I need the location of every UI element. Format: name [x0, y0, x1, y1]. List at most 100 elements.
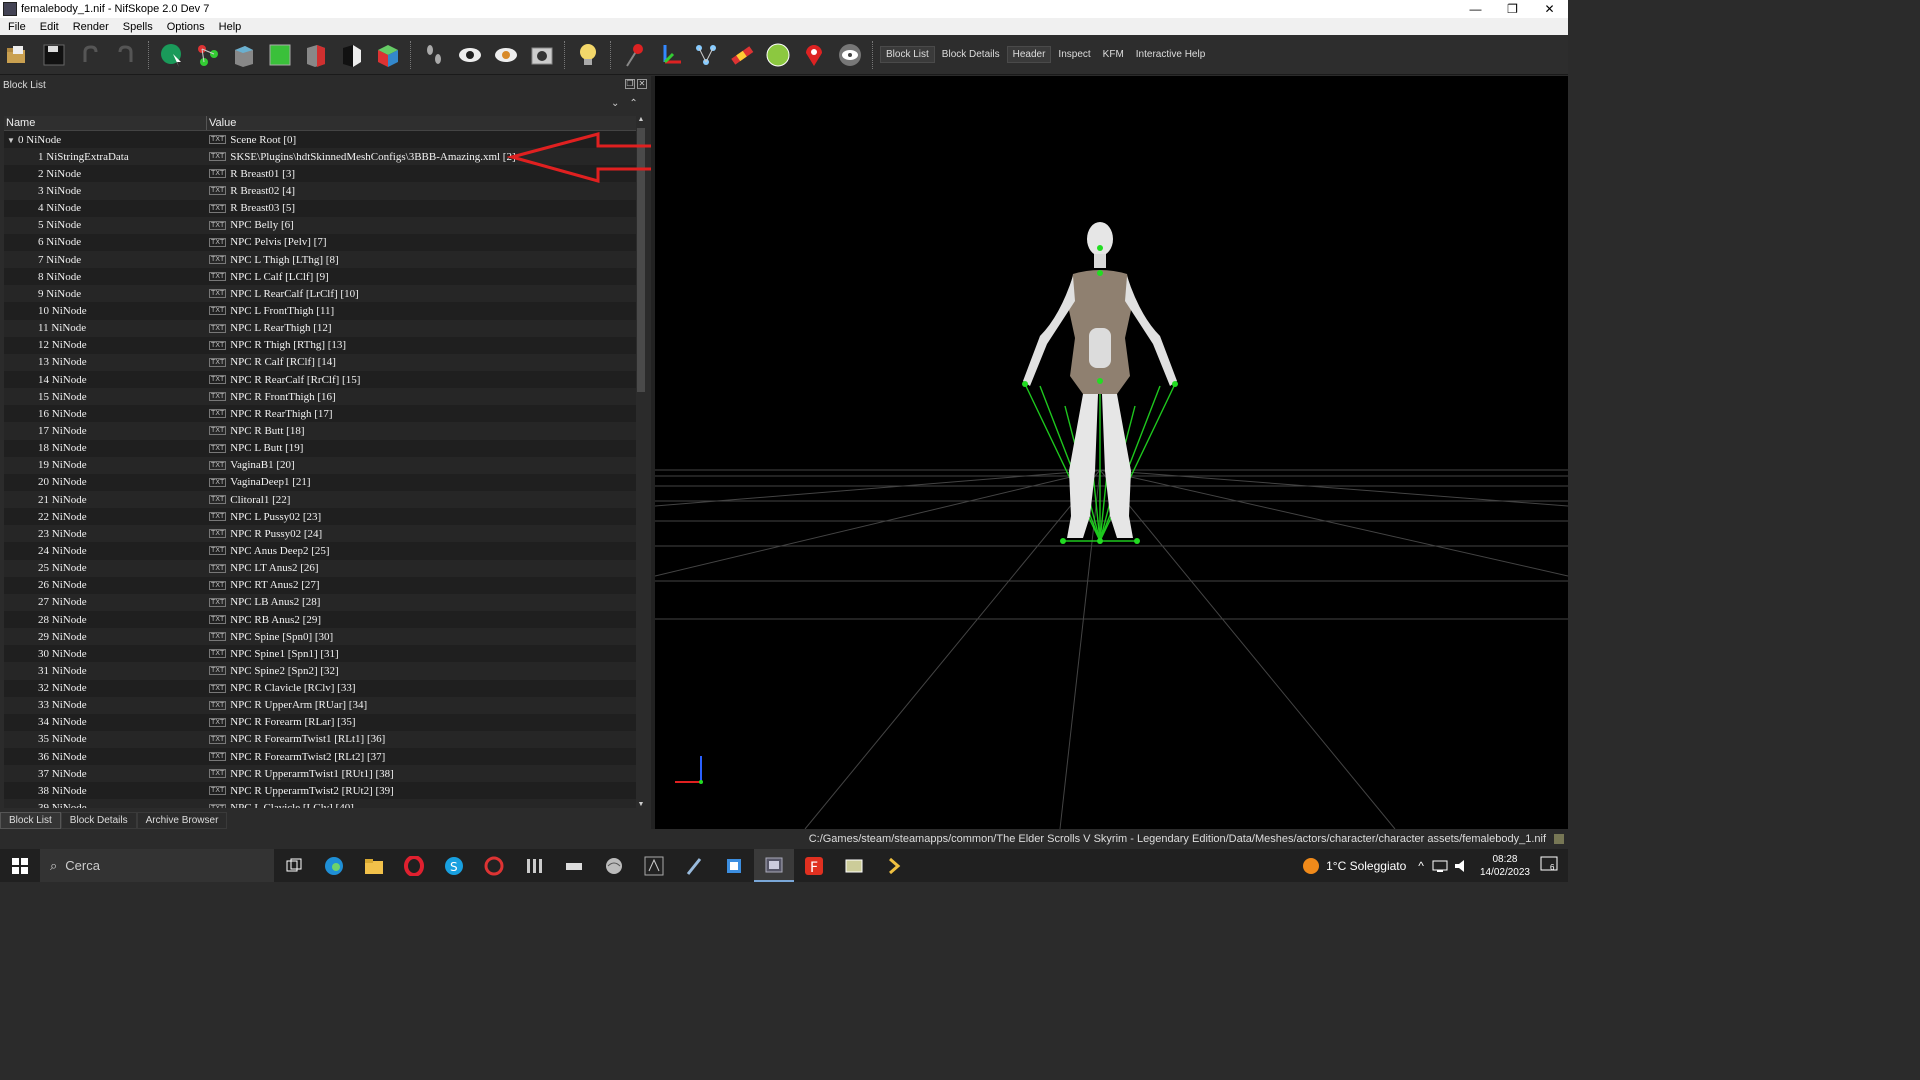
menu-options[interactable]: Options	[159, 21, 211, 33]
taskbar-app-window[interactable]	[714, 849, 754, 882]
table-row[interactable]: 11 NiNode TXT NPC L RearThigh [12]	[4, 319, 636, 337]
task-view-button[interactable]	[274, 849, 314, 882]
taskbar-nifskope[interactable]	[754, 849, 794, 882]
table-row[interactable]: 26 NiNode TXT NPC RT Anus2 [27]	[4, 577, 636, 594]
clock[interactable]: 08:28 14/02/2023	[1480, 853, 1530, 879]
table-row[interactable]: 25 NiNode TXT NPC LT Anus2 [26]	[4, 559, 636, 577]
expand-all-icon[interactable]: ⌃	[629, 98, 637, 109]
scroll-down-icon[interactable]: ▼	[636, 801, 646, 808]
scrollbar-thumb[interactable]	[637, 128, 645, 392]
table-row[interactable]: 6 NiNode TXT NPC Pelvis [Pelv] [7]	[4, 234, 636, 251]
network-icon[interactable]	[1432, 859, 1448, 873]
table-row[interactable]: 2 NiNode TXT R Breast01 [3]	[4, 165, 636, 182]
table-row[interactable]: 30 NiNode TXT NPC Spine1 [Spn1] [31]	[4, 645, 636, 662]
lighting-button[interactable]	[573, 40, 603, 70]
menu-render[interactable]: Render	[65, 21, 115, 33]
select-object-button[interactable]	[157, 40, 187, 70]
table-row[interactable]: 35 NiNode TXT NPC R ForearmTwist1 [RLt1] […	[4, 730, 636, 749]
taskbar-app-99[interactable]	[834, 849, 874, 882]
undo-button[interactable]	[75, 40, 105, 70]
table-row[interactable]: ▼ 0 NiNode TXT Scene Root [0]	[4, 131, 636, 148]
table-row[interactable]: 32 NiNode TXT NPC R Clavicle [RClv] [33]	[4, 680, 636, 697]
toolbar-header-toggle[interactable]: Header	[1006, 46, 1052, 63]
table-row[interactable]: 9 NiNode TXT NPC L RearCalf [LrClf] [10]	[4, 285, 636, 303]
taskbar-app-skyrim[interactable]	[634, 849, 674, 882]
table-row[interactable]: 31 NiNode TXT NPC Spine2 [Spn2] [32]	[4, 662, 636, 680]
minimize-button[interactable]: —	[1457, 0, 1494, 18]
show-axes-button[interactable]	[655, 40, 685, 70]
table-row[interactable]: 3 NiNode TXT R Breast02 [4]	[4, 182, 636, 200]
toolbar-interactive-help-toggle[interactable]: Interactive Help	[1131, 47, 1210, 62]
table-row[interactable]: 23 NiNode TXT NPC R Pussy02 [24]	[4, 525, 636, 543]
table-row[interactable]: 28 NiNode TXT NPC RB Anus2 [29]	[4, 611, 636, 628]
taskbar-app-f[interactable]: F	[794, 849, 834, 882]
show-nodes-button[interactable]	[691, 40, 721, 70]
scroll-up-icon[interactable]: ▲	[636, 116, 646, 123]
show-markers-button[interactable]	[619, 40, 649, 70]
taskbar-app-red-gear[interactable]	[474, 849, 514, 882]
view-cube-green-button[interactable]	[265, 40, 295, 70]
expand-arrow-icon[interactable]: ▼	[4, 136, 18, 145]
close-panel-button[interactable]: ✕	[637, 79, 647, 89]
column-header-value[interactable]: Value	[207, 116, 236, 130]
taskbar-skype[interactable]: S	[434, 849, 474, 882]
table-row[interactable]: 8 NiNode TXT NPC L Calf [LClf] [9]	[4, 268, 636, 285]
show-constraints-button[interactable]	[727, 40, 757, 70]
menu-edit[interactable]: Edit	[32, 21, 65, 33]
taskbar-app-feather[interactable]	[674, 849, 714, 882]
select-vertex-button[interactable]	[193, 40, 223, 70]
taskbar-search[interactable]: ⌕ Cerca	[40, 849, 274, 882]
speaker-icon[interactable]	[1454, 859, 1470, 873]
tab-block-details[interactable]: Block Details	[60, 812, 137, 829]
table-row[interactable]: 22 NiNode TXT NPC L Pussy02 [23]	[4, 508, 636, 525]
collapse-all-icon[interactable]: ⌄	[611, 98, 619, 109]
table-row[interactable]: 7 NiNode TXT NPC L Thigh [LThg] [8]	[4, 250, 636, 269]
table-row[interactable]: 34 NiNode TXT NPC R Forearm [RLar] [35]	[4, 714, 636, 731]
show-collision-button[interactable]	[763, 40, 793, 70]
size-grip-icon[interactable]	[1554, 834, 1564, 844]
column-header-name[interactable]: Name	[4, 116, 207, 130]
render-viewport[interactable]	[655, 76, 1568, 829]
table-row[interactable]: 10 NiNode TXT NPC L FrontThigh [11]	[4, 302, 636, 319]
table-row[interactable]: 29 NiNode TXT NPC Spine [Spn0] [30]	[4, 628, 636, 646]
float-panel-button[interactable]: ❐	[625, 79, 635, 89]
table-row[interactable]: 39 NiNode TXTNPC L Clavicle [LClv] [40]	[4, 799, 636, 808]
view-eye-button[interactable]	[455, 40, 485, 70]
walk-button[interactable]	[419, 40, 449, 70]
table-row[interactable]: 5 NiNode TXT NPC Belly [6]	[4, 216, 636, 234]
taskbar-app-globe[interactable]	[594, 849, 634, 882]
table-row[interactable]: 18 NiNode TXT NPC L Butt [19]	[4, 440, 636, 457]
view-cube-gray-button[interactable]	[229, 40, 259, 70]
notification-center-button[interactable]: 6	[1540, 856, 1568, 875]
table-row[interactable]: 36 NiNode TXT NPC R ForearmTwist2 [RLt2] […	[4, 748, 636, 765]
table-row[interactable]: 17 NiNode TXT NPC R Butt [18]	[4, 422, 636, 440]
menu-spells[interactable]: Spells	[115, 21, 159, 33]
view-rgb-cube-button[interactable]	[373, 40, 403, 70]
taskbar-opera[interactable]	[394, 849, 434, 882]
block-tree[interactable]: Name Value ▼ 0 NiNode TXT Scene Root [0] 1 N…	[4, 116, 636, 808]
screenshot-button[interactable]	[527, 40, 557, 70]
table-row[interactable]: 12 NiNode TXT NPC R Thigh [RThg] [13]	[4, 337, 636, 354]
open-button[interactable]	[3, 40, 33, 70]
view-cube-red-button[interactable]	[301, 40, 331, 70]
tray-overflow-chevron-icon[interactable]: ^	[1418, 859, 1424, 873]
table-row[interactable]: 38 NiNode TXT NPC R UpperarmTwist2 [RUt2] …	[4, 782, 636, 799]
view-eye-orange-button[interactable]	[491, 40, 521, 70]
taskbar-app-columns[interactable]	[514, 849, 554, 882]
tab-archive-browser[interactable]: Archive Browser	[136, 812, 228, 829]
table-row[interactable]: 14 NiNode TXT NPC R RearCalf [RrClf] [15]	[4, 371, 636, 388]
toolbar-kfm-toggle[interactable]: KFM	[1098, 47, 1129, 62]
weather-text[interactable]: 1°C Soleggiato	[1326, 859, 1406, 873]
table-row[interactable]: 19 NiNode TXT VaginaB1 [20]	[4, 456, 636, 474]
taskbar-app-chevron[interactable]	[874, 849, 914, 882]
table-row[interactable]: 24 NiNode TXT NPC Anus Deep2 [25]	[4, 542, 636, 559]
table-row[interactable]: 20 NiNode TXT VaginaDeep1 [21]	[4, 474, 636, 491]
table-row[interactable]: 4 NiNode TXT R Breast03 [5]	[4, 200, 636, 217]
table-row[interactable]: 27 NiNode TXT NPC LB Anus2 [28]	[4, 593, 636, 611]
tab-block-list[interactable]: Block List	[0, 812, 61, 829]
view-shape-button[interactable]	[337, 40, 367, 70]
table-row[interactable]: 21 NiNode TXT Clitoral1 [22]	[4, 490, 636, 509]
menu-file[interactable]: File	[0, 21, 32, 33]
table-row[interactable]: 15 NiNode TXT NPC R FrontThigh [16]	[4, 388, 636, 406]
tree-scrollbar[interactable]: ▲ ▼	[636, 116, 646, 808]
